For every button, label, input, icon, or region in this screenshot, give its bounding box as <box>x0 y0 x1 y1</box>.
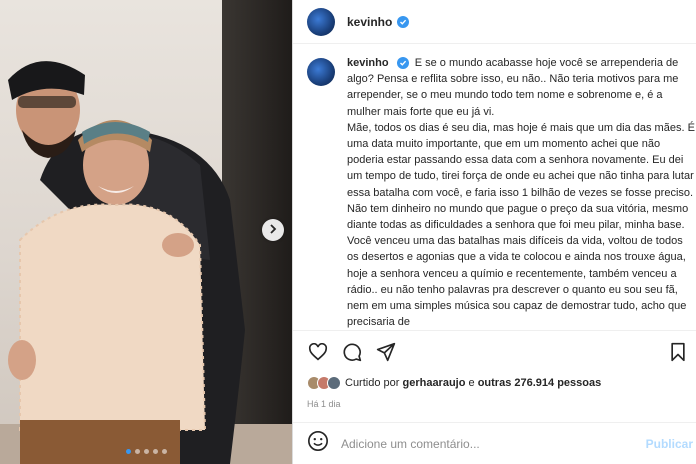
post-photo <box>0 0 292 464</box>
post-timestamp[interactable]: Há 1 dia <box>307 399 341 409</box>
carousel-dots <box>0 449 292 454</box>
likes-joiner: e <box>468 377 475 389</box>
caption-paragraph: E se o mundo acabasse hoje você se arrep… <box>347 57 679 118</box>
verified-badge-icon <box>396 57 409 69</box>
caption-paragraph: Não tem dinheiro no mundo que pague o pr… <box>347 202 689 329</box>
avatar[interactable] <box>307 7 335 36</box>
likes-summary: Curtido por gerhaaraujo e outras 276.914… <box>307 376 601 390</box>
carousel-dot <box>125 449 131 454</box>
divider <box>293 330 696 331</box>
save-button[interactable] <box>667 342 689 367</box>
caption-text: kevinho E se o mundo acabasse hoje você … <box>347 55 695 331</box>
likes-user-link[interactable]: gerhaaraujo <box>402 377 465 389</box>
caption-avatar[interactable] <box>307 58 335 86</box>
carousel-dot <box>143 449 149 454</box>
share-icon <box>376 342 396 367</box>
like-button[interactable] <box>307 342 329 366</box>
liker-avatar <box>327 376 341 390</box>
emoji-icon[interactable] <box>307 430 329 457</box>
photo-people-illustration <box>8 61 245 464</box>
chevron-right-icon <box>268 221 278 239</box>
share-button[interactable] <box>375 342 397 367</box>
carousel-dot <box>161 449 167 454</box>
heart-icon <box>308 342 328 366</box>
likes-count-link[interactable]: outras 276.914 pessoas <box>478 377 602 389</box>
carousel-dot <box>152 449 158 454</box>
comment-box: Publicar <box>293 422 696 464</box>
likes-prefix: Curtido por <box>345 377 400 389</box>
post-detail-panel: kevinho kevinho E se o mundo acabasse ho… <box>292 0 696 464</box>
comment-button[interactable] <box>341 342 363 367</box>
post-caption: kevinho E se o mundo acabasse hoje você … <box>307 55 695 331</box>
action-bar <box>307 342 696 366</box>
carousel-dot <box>134 449 140 454</box>
carousel-next-button[interactable] <box>262 219 284 241</box>
publish-button[interactable]: Publicar <box>646 437 693 451</box>
caption-paragraph: Mãe, todos os dias é seu dia, mas hoje é… <box>347 121 695 199</box>
verified-badge-icon <box>397 15 410 28</box>
bookmark-icon <box>669 342 687 367</box>
caption-username[interactable]: kevinho <box>347 57 389 69</box>
comment-input[interactable] <box>341 436 641 451</box>
likes-text: Curtido por gerhaaraujo e outras 276.914… <box>345 377 601 389</box>
comment-icon <box>342 342 362 367</box>
post-header: kevinho <box>293 0 696 44</box>
header-username[interactable]: kevinho <box>347 15 392 29</box>
